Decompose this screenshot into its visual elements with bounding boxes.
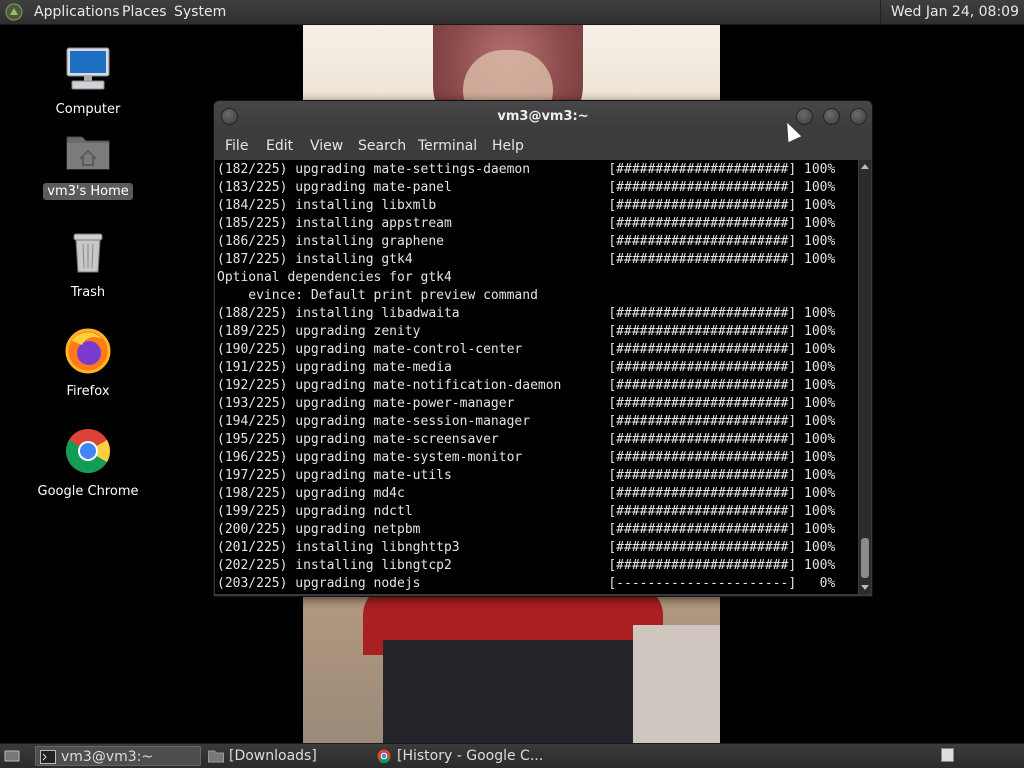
terminal-menubar: File Edit View Search Terminal Help — [214, 132, 872, 160]
desktop-icon-firefox[interactable]: Firefox — [33, 327, 143, 400]
taskbar-item-label: vm3@vm3:~ — [61, 749, 154, 765]
bottom-panel: vm3@vm3:~ [Downloads] [History - Google … — [0, 743, 1024, 768]
places-menu[interactable]: Places — [122, 4, 167, 20]
show-desktop-button[interactable] — [0, 746, 24, 766]
close-button[interactable] — [850, 108, 867, 125]
firefox-icon — [64, 327, 112, 375]
desktop-icon-label: Google Chrome — [37, 484, 139, 499]
maximize-button[interactable] — [823, 108, 840, 125]
desktop-icon-computer[interactable]: Computer — [33, 45, 143, 118]
top-panel: Applications Places System Wed Jan 24, 0… — [0, 0, 1024, 25]
menu-edit[interactable]: Edit — [266, 138, 293, 154]
workspace-icon — [941, 748, 954, 762]
trash-icon — [64, 228, 112, 276]
terminal-output[interactable]: (182/225) upgrading mate-settings-daemon… — [215, 160, 858, 594]
scrollbar-thumb[interactable] — [861, 538, 869, 578]
terminal-scrollbar[interactable] — [859, 160, 871, 594]
menu-terminal[interactable]: Terminal — [418, 138, 477, 154]
desktop-icon-label: vm3's Home — [43, 183, 133, 200]
desktop-icon-home[interactable]: vm3's Home — [33, 127, 143, 200]
scroll-down-arrow-icon[interactable] — [861, 585, 869, 590]
terminal-text: (182/225) upgrading mate-settings-daemon… — [217, 162, 836, 591]
taskbar-item-downloads[interactable]: [Downloads] — [204, 746, 364, 766]
workspace-switcher[interactable] — [940, 746, 956, 766]
taskbar-item-terminal[interactable]: vm3@vm3:~ — [35, 746, 201, 766]
menu-file[interactable]: File — [225, 138, 248, 154]
chrome-icon — [377, 749, 391, 763]
desktop-icon-label: Firefox — [66, 384, 110, 399]
desktop-icon-chrome[interactable]: Google Chrome — [33, 427, 143, 500]
home-folder-icon — [64, 127, 112, 175]
menu-view[interactable]: View — [310, 138, 343, 154]
taskbar-item-label: [History - Google C... — [397, 748, 542, 764]
desktop-icon-trash[interactable]: Trash — [33, 228, 143, 301]
taskbar-item-label: [Downloads] — [229, 748, 317, 764]
desktop-icon-label: Computer — [55, 102, 121, 117]
clock[interactable]: Wed Jan 24, 08:09 — [879, 0, 1024, 24]
show-desktop-icon — [4, 750, 20, 762]
terminal-titlebar[interactable]: vm3@vm3:~ — [214, 101, 872, 132]
system-menu[interactable]: System — [174, 4, 226, 20]
taskbar-item-chrome[interactable]: [History - Google C... — [372, 746, 542, 766]
window-title: vm3@vm3:~ — [497, 109, 589, 124]
minimize-button[interactable] — [796, 108, 813, 125]
terminal-window[interactable]: vm3@vm3:~ File Edit View Search Terminal… — [213, 100, 873, 597]
chrome-icon — [64, 427, 112, 475]
menu-search[interactable]: Search — [358, 138, 406, 154]
applications-menu[interactable]: Applications — [34, 4, 120, 20]
desktop-icon-label: Trash — [70, 285, 106, 300]
mate-logo-icon[interactable] — [5, 3, 23, 21]
menu-help[interactable]: Help — [492, 138, 524, 154]
terminal-icon — [40, 750, 56, 764]
computer-icon — [64, 45, 112, 93]
folder-icon — [208, 750, 224, 763]
scroll-up-arrow-icon[interactable] — [861, 164, 869, 169]
